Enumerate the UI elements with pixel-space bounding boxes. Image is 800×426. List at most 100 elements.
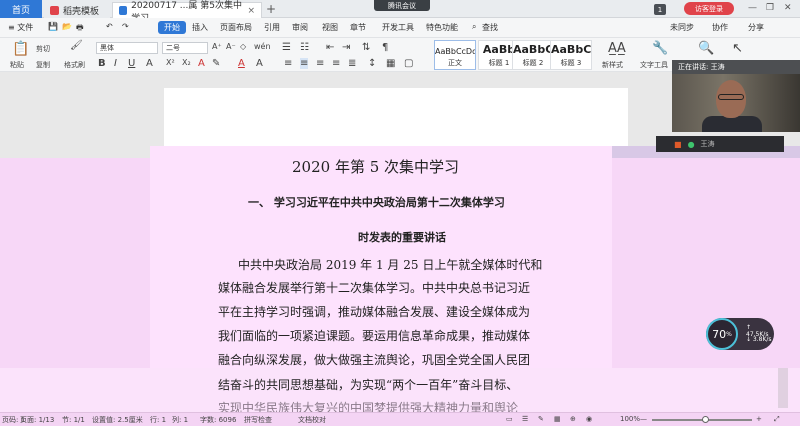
menu-insert[interactable]: 插入 [192, 22, 208, 33]
tab-document[interactable]: 20200717 ...属 第5次集中学习 × [112, 1, 262, 24]
pinyin-icon[interactable]: wén [254, 42, 271, 51]
camera-icon[interactable]: ■ [674, 140, 682, 149]
network-speed-widget[interactable]: 70% ↑ 47.5K/s ↓ 3.8K/s [706, 318, 774, 350]
highlight-icon[interactable]: ✎ [212, 58, 220, 69]
spell-check-button[interactable]: 拼写检查 [244, 415, 272, 425]
menu-file[interactable]: ≡ 文件 [8, 22, 33, 33]
indent-decrease-icon[interactable]: ⇤ [326, 42, 334, 53]
menu-chapter[interactable]: 章节 [350, 22, 366, 33]
undo-icon[interactable]: ↶ [106, 22, 113, 31]
italic-icon[interactable]: I [114, 58, 117, 69]
zoom-slider-thumb[interactable] [702, 416, 709, 423]
font-size-select[interactable]: 二号 [162, 42, 208, 54]
view-reading-icon[interactable]: ✎ [538, 415, 544, 423]
find-replace-icon[interactable]: 🔍 [698, 41, 714, 56]
mic-icon[interactable]: ● [688, 140, 695, 149]
superscript-icon[interactable]: X² [166, 58, 175, 67]
paste-button[interactable]: 粘贴 [10, 60, 24, 70]
grow-font-icon[interactable]: A⁺ [212, 42, 222, 51]
cut-button[interactable]: 剪切 [36, 44, 50, 54]
zoom-in-icon[interactable]: + [756, 415, 762, 423]
cpu-percent-unit: % [726, 330, 732, 338]
new-style-button[interactable]: 新样式 [602, 60, 623, 70]
menu-page-layout[interactable]: 页面布局 [220, 22, 252, 33]
menu-developer[interactable]: 开发工具 [382, 22, 414, 33]
menu-view[interactable]: 视图 [322, 22, 338, 33]
tab-home[interactable]: 首页 [0, 0, 42, 18]
text-effect-icon[interactable]: A [198, 58, 205, 69]
view-web-icon[interactable]: ▦ [554, 415, 561, 423]
show-marks-icon[interactable]: ¶ [382, 42, 388, 53]
meeting-indicator[interactable]: 腾讯会议 [374, 0, 430, 11]
numbered-list-icon[interactable]: ☷ [300, 42, 309, 53]
tab-templates[interactable]: 稻壳模板 [44, 2, 110, 18]
align-center-icon[interactable]: ≡ [300, 58, 309, 69]
view-page-icon[interactable]: ▭ [506, 415, 513, 423]
text-tools-button[interactable]: 文字工具 [640, 60, 668, 70]
fit-window-icon[interactable]: ⤢ [774, 415, 780, 424]
close-tab-icon[interactable]: × [247, 6, 255, 16]
save-icon[interactable]: 💾 [48, 22, 58, 31]
restore-icon[interactable]: ❐ [766, 3, 774, 13]
paste-icon[interactable]: 📋 [12, 41, 29, 57]
sync-status[interactable]: 未同步 [670, 22, 694, 33]
font-name-select[interactable]: 黑体 [96, 42, 158, 54]
collab-button[interactable]: 协作 [712, 22, 728, 33]
add-tab-button[interactable]: + [266, 2, 276, 16]
menu-search[interactable]: 查找 [482, 22, 498, 33]
search-icon[interactable]: ⌕ [472, 22, 476, 32]
participant-video[interactable] [672, 74, 800, 132]
menu-review[interactable]: 审阅 [292, 22, 308, 33]
justify-icon[interactable]: ≡ [332, 58, 340, 69]
open-icon[interactable]: 📂 [62, 22, 72, 31]
window-count-badge[interactable]: 1 [654, 4, 666, 15]
menu-references[interactable]: 引用 [264, 22, 280, 33]
border-icon[interactable]: ▢ [404, 58, 413, 69]
format-painter-button[interactable]: 格式刷 [64, 60, 85, 70]
view-eye-icon[interactable]: ◉ [586, 415, 592, 423]
print-icon[interactable]: 🖶 [76, 22, 84, 36]
line-spacing-icon[interactable]: ↕ [368, 58, 376, 69]
style-heading-2[interactable]: AaBbC 标题 2 [512, 40, 554, 70]
clear-format-icon[interactable]: ◇ [240, 42, 246, 51]
new-style-icon[interactable]: A̲A̲ [608, 41, 626, 56]
indent-increase-icon[interactable]: ⇥ [342, 42, 350, 53]
style-normal[interactable]: AaBbCcDd 正文 [434, 40, 476, 70]
align-right-icon[interactable]: ≡ [316, 58, 324, 69]
doc-check-button[interactable]: 文档校对 [298, 415, 326, 425]
copy-button[interactable]: 复制 [36, 60, 50, 70]
shrink-font-icon[interactable]: A⁻ [226, 42, 236, 51]
vertical-scrollbar[interactable] [778, 368, 788, 408]
underline-icon[interactable]: U [128, 58, 135, 69]
select-icon[interactable]: ↖ [732, 41, 743, 56]
status-word-count[interactable]: 字数: 6096 [200, 415, 236, 425]
zoom-out-icon[interactable]: — [640, 415, 647, 423]
char-shading-icon[interactable]: A [256, 58, 263, 69]
menu-features[interactable]: 特色功能 [426, 22, 458, 33]
shading-icon[interactable]: ▦ [386, 58, 395, 69]
share-button[interactable]: 分享 [748, 22, 764, 33]
visitor-login-button[interactable]: 访客登录 [684, 2, 734, 15]
style-heading-3[interactable]: AaBbC 标题 3 [550, 40, 592, 70]
close-window-icon[interactable]: ✕ [784, 3, 792, 13]
bold-icon[interactable]: B [98, 58, 106, 69]
style-normal-sample: AaBbCcDd [435, 47, 475, 56]
sort-icon[interactable]: ⇅ [362, 42, 370, 53]
zoom-level[interactable]: 100% [620, 415, 640, 423]
menu-start[interactable]: 开始 [158, 21, 186, 34]
view-focus-icon[interactable]: ⊕ [570, 415, 576, 423]
text-tools-icon[interactable]: 🔧 [652, 41, 668, 56]
font-color-icon[interactable]: A [146, 58, 153, 69]
status-pages[interactable]: 页面: 1/13 [20, 415, 54, 425]
style-normal-label: 正文 [448, 59, 462, 67]
minimize-icon[interactable]: — [748, 3, 757, 13]
subscript-icon[interactable]: X₂ [182, 58, 191, 67]
bullet-list-icon[interactable]: ☰ [282, 42, 291, 53]
document-title: 2020 年第 5 次集中学习 [292, 158, 460, 176]
redo-icon[interactable]: ↷ [122, 22, 129, 31]
font-color-red-icon[interactable]: A [238, 58, 245, 69]
format-painter-icon[interactable]: 🖌 [70, 40, 83, 51]
align-left-icon[interactable]: ≡ [284, 58, 292, 69]
view-outline-icon[interactable]: ☰ [522, 415, 528, 423]
distribute-icon[interactable]: ≣ [348, 58, 356, 69]
